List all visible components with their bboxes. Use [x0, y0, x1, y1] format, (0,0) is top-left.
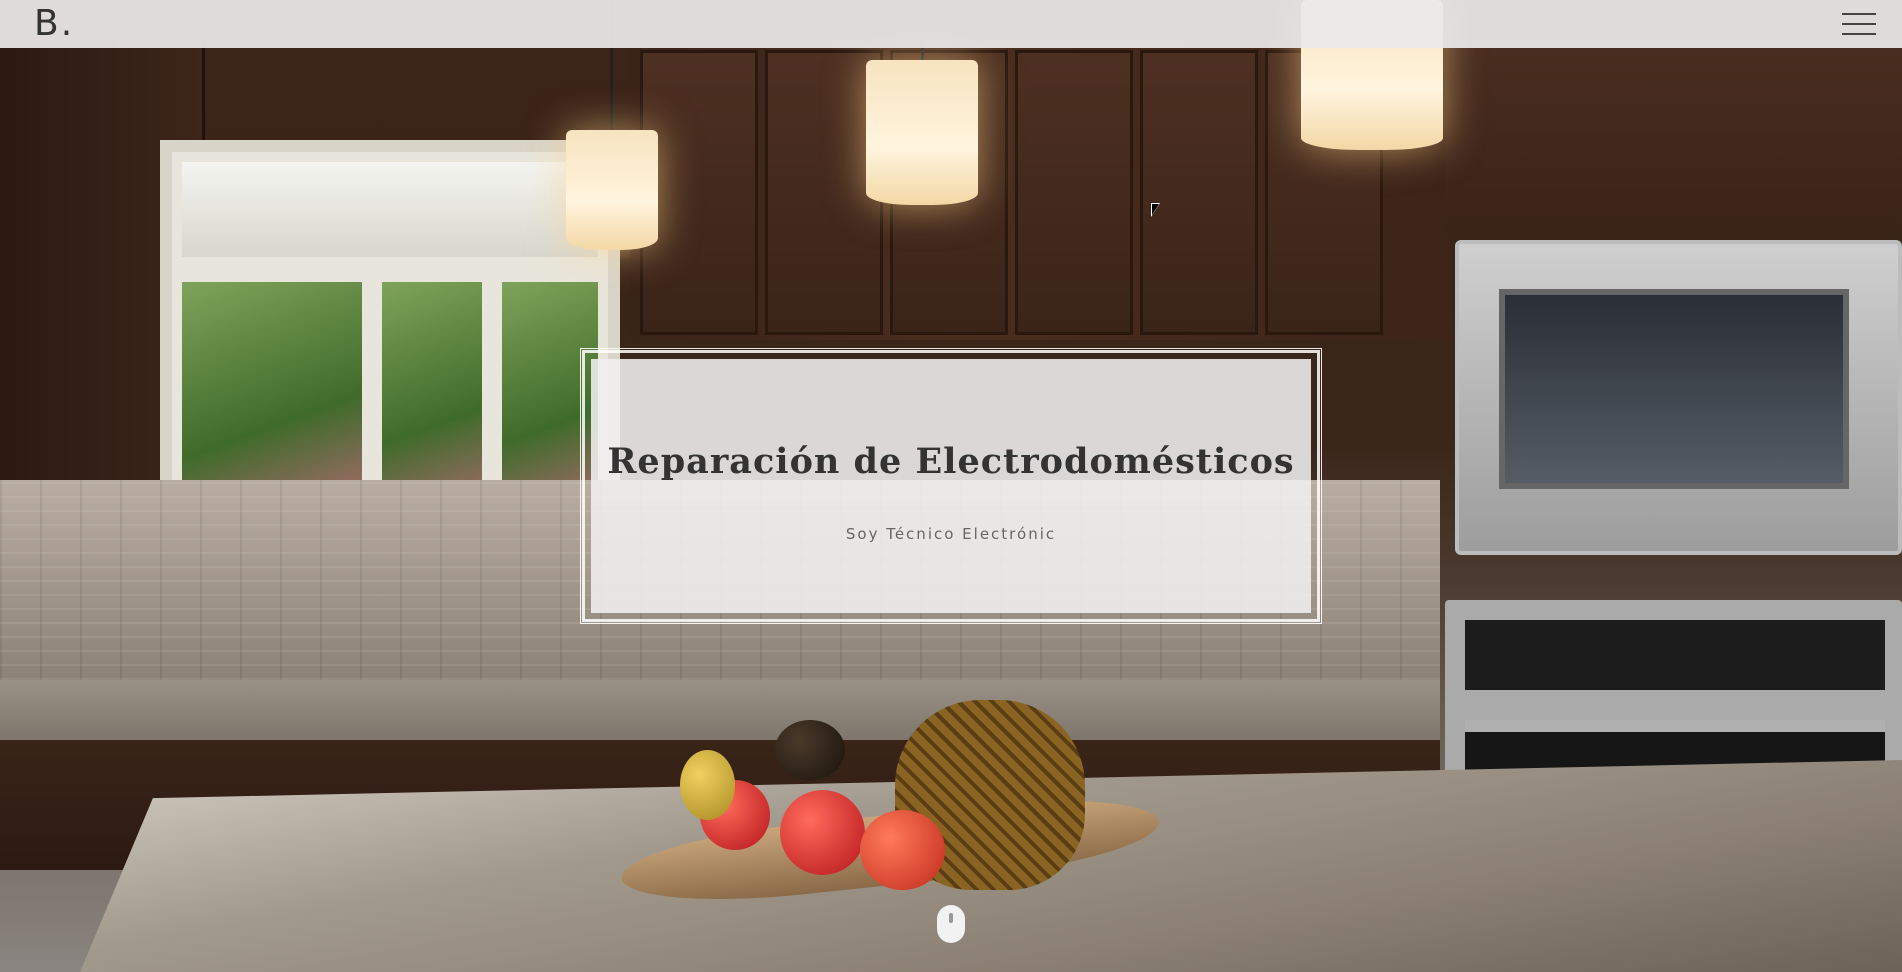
mouse-wheel: [949, 913, 953, 923]
microwave: [1455, 240, 1902, 555]
apple: [860, 810, 945, 890]
avocado: [775, 720, 845, 780]
top-navbar: B.: [0, 0, 1902, 48]
pear: [680, 750, 735, 820]
pendant-lamp: [866, 60, 978, 205]
hero-card: Reparación de Electrodomésticos Soy Técn…: [591, 359, 1311, 613]
kitchen-cabinet-upper-right: [1445, 40, 1902, 230]
hero-title: Reparación de Electrodomésticos: [607, 441, 1295, 482]
apple: [780, 790, 865, 875]
hamburger-menu-icon[interactable]: [1842, 13, 1876, 35]
hero-subtitle: Soy Técnico Electrónic: [845, 525, 1057, 543]
mouse-scroll-icon[interactable]: [937, 905, 965, 943]
site-logo[interactable]: B.: [34, 6, 74, 42]
pendant-lamp: [566, 130, 658, 250]
mouse-cursor-icon: [1151, 203, 1160, 217]
